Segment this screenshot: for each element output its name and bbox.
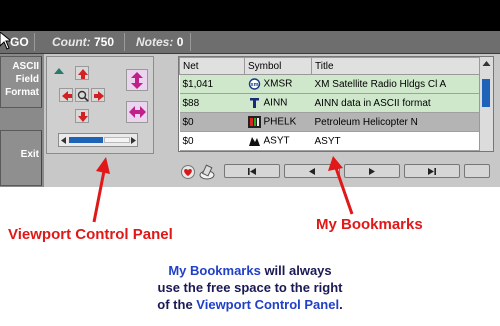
caption: My Bookmarks will always use the free sp…: [0, 262, 500, 313]
caption-line2: use the free space to the right: [157, 280, 343, 295]
arrow-to-viewport-icon: [92, 157, 110, 223]
caption-line3-post: .: [339, 297, 343, 312]
caption-viewport-highlight: Viewport Control Panel: [196, 297, 340, 312]
caption-bookmarks-highlight: My Bookmarks: [168, 263, 261, 278]
arrow-to-bookmarks-icon: [328, 156, 354, 215]
caption-line1: My Bookmarks will always: [0, 262, 500, 279]
my-bookmarks-label: My Bookmarks: [316, 216, 423, 233]
caption-line1-text: will always: [260, 263, 332, 278]
caption-line3-pre: of the: [157, 297, 197, 312]
viewport-control-panel-label: Viewport Control Panel: [8, 226, 173, 243]
caption-line3: of the Viewport Control Panel.: [0, 296, 500, 313]
